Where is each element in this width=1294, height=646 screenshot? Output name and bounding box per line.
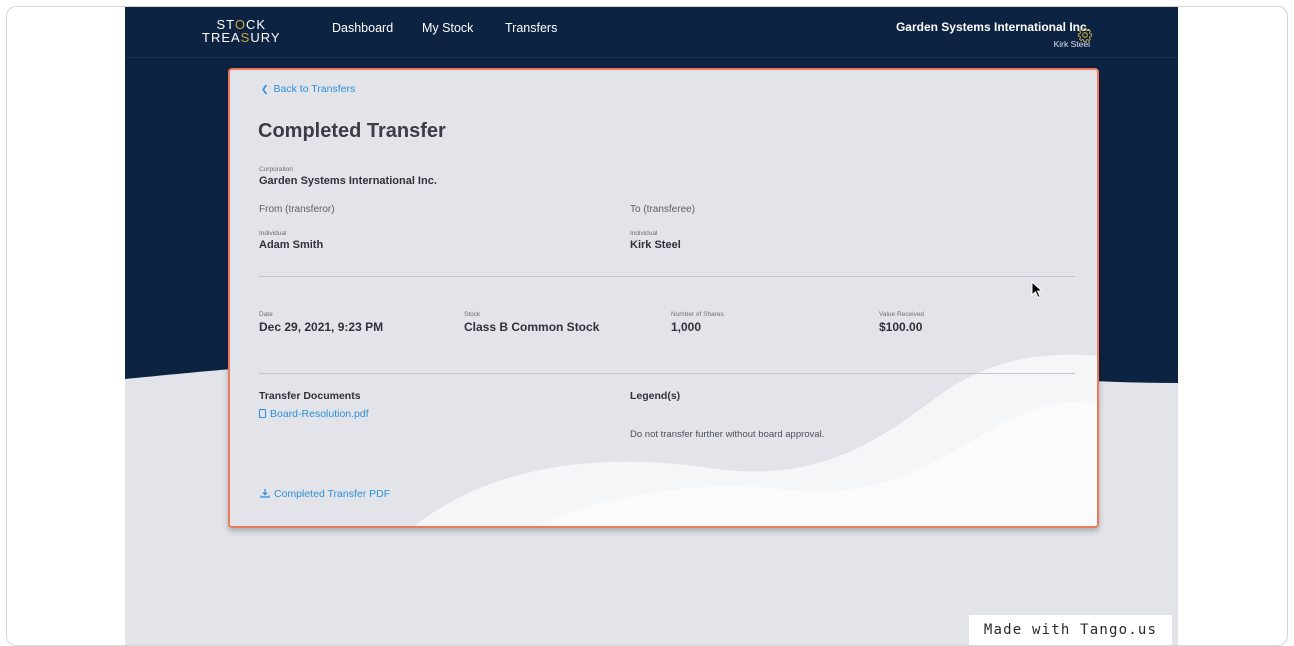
completed-transfer-card: ❮ Back to Transfers Completed Transfer Co… [228,68,1099,528]
shares-label: Number of Shares [671,311,724,318]
screenshot-frame: STOCK TREASURY Dashboard My Stock Transf… [6,6,1288,646]
legend-text: Do not transfer further without board ap… [630,429,825,440]
divider [259,373,1075,374]
shares-value: 1,000 [671,320,702,334]
date-label: Date [259,311,273,318]
file-icon [259,409,266,418]
page-title: Completed Transfer [258,120,446,142]
back-to-transfers-link[interactable]: ❮ Back to Transfers [261,83,355,95]
chevron-left-icon: ❮ [261,84,269,94]
corporation-switcher[interactable]: Garden Systems International Inc. [896,20,1090,34]
nav-my-stock[interactable]: My Stock [422,21,473,35]
stock-value: Class B Common Stock [464,320,600,334]
nav-transfers[interactable]: Transfers [505,21,557,35]
divider [259,276,1075,277]
tango-watermark: Made with Tango.us [969,615,1172,645]
document-link[interactable]: Board-Resolution.pdf [259,408,369,420]
download-icon [260,489,270,498]
app-window: STOCK TREASURY Dashboard My Stock Transf… [125,7,1178,645]
download-pdf-link[interactable]: Completed Transfer PDF [260,488,390,500]
legends-heading: Legend(s) [630,390,681,402]
stock-label: Stock [464,311,481,318]
value-received-value: $100.00 [879,320,923,334]
to-name: Kirk Steel [630,239,681,251]
transfer-documents-heading: Transfer Documents [259,390,361,402]
gear-icon[interactable] [1077,27,1093,43]
from-heading: From (transferor) [259,204,335,215]
nav-dashboard[interactable]: Dashboard [332,21,393,35]
value-received-label: Value Received [879,311,925,318]
corporation-label: Corporation [259,166,293,173]
from-type-label: Individual [259,230,287,237]
date-value: Dec 29, 2021, 9:23 PM [259,320,384,334]
to-heading: To (transferee) [630,204,696,215]
from-name: Adam Smith [259,239,324,251]
corporation-value: Garden Systems International Inc. [259,175,437,187]
to-type-label: Individual [630,230,658,237]
stock-treasury-logo[interactable]: STOCK TREASURY [202,18,281,44]
top-navigation-bar: STOCK TREASURY Dashboard My Stock Transf… [125,7,1178,58]
mouse-cursor-icon [1031,281,1043,299]
